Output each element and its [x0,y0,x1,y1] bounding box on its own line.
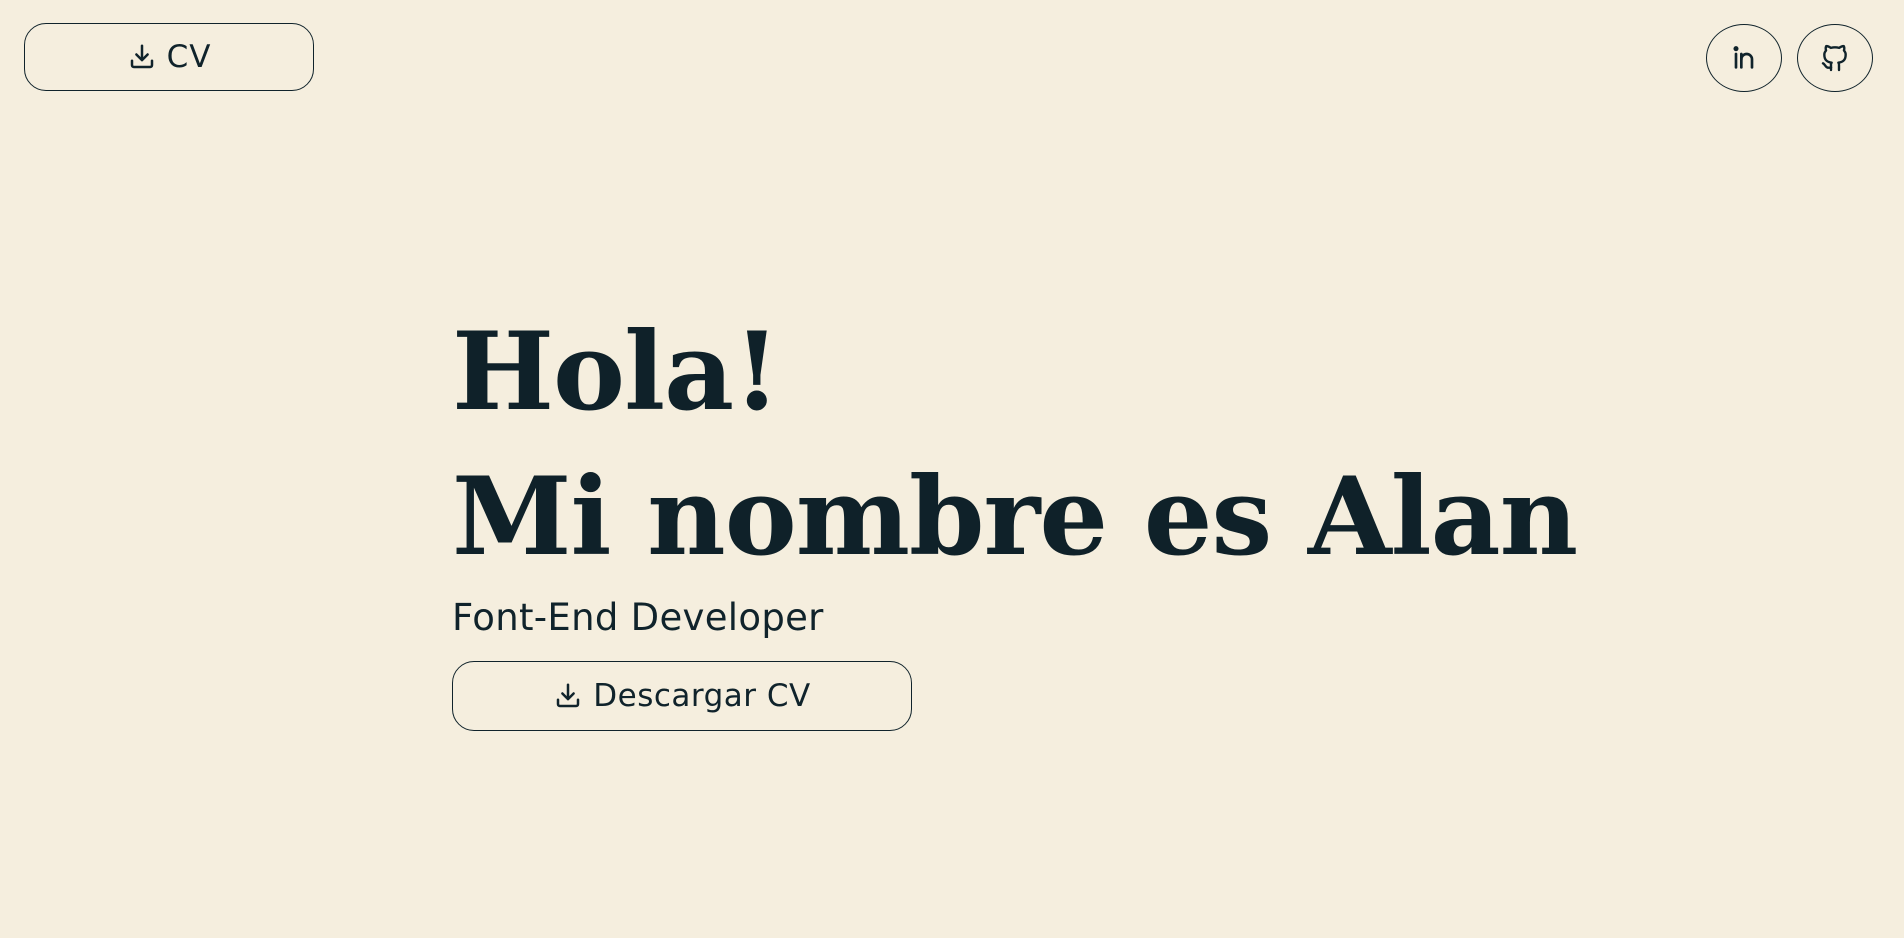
hero-section: Hola! Mi nombre es Alan Font-End Develop… [452,300,1578,731]
top-bar: CV [0,0,1904,110]
hero-role: Font-End Developer [452,596,824,639]
linkedin-icon [1728,42,1760,74]
download-icon [553,681,583,711]
github-icon [1819,42,1851,74]
hero-greeting: Hola! [452,309,781,435]
linkedin-link[interactable] [1706,24,1782,92]
download-cv-button-label: Descargar CV [593,678,811,714]
download-cv-button-header[interactable]: CV [24,23,314,91]
download-cv-label: CV [166,39,212,75]
download-icon [127,42,157,72]
github-link[interactable] [1797,24,1873,92]
hero-name-line: Mi nombre es Alan [452,454,1578,580]
download-cv-button[interactable]: Descargar CV [452,661,912,731]
